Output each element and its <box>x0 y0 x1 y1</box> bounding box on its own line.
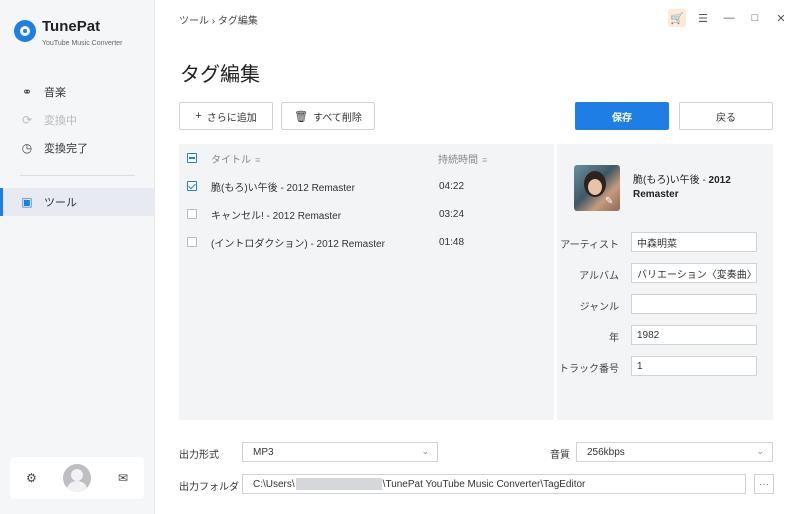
back-button[interactable]: 戻る <box>679 102 773 130</box>
trash-icon: 🗑 <box>294 110 309 123</box>
sidebar-item-converting[interactable]: ⟳ 変換中 <box>0 106 155 134</box>
column-title-header[interactable]: タイトル ≡ <box>211 151 260 166</box>
genre-field[interactable] <box>631 294 757 314</box>
browse-folder-button[interactable]: ··· <box>754 474 774 494</box>
column-duration-header[interactable]: 持続時間 ≡ <box>438 151 487 166</box>
delete-all-button[interactable]: 🗑 すべて削除 <box>281 102 375 130</box>
minimize-icon[interactable]: — <box>720 9 738 27</box>
output-format-value: MP3 <box>253 446 274 458</box>
sidebar-item-converted[interactable]: ◷ 変換完了 <box>0 134 155 162</box>
artist-label: アーティスト <box>560 240 619 251</box>
breadcrumb: ツール › タグ編集 <box>179 16 258 27</box>
song-title-main: 脆(もろ)い午後 - <box>633 175 709 186</box>
menu-icon[interactable]: ☰ <box>694 9 712 27</box>
avatar[interactable] <box>63 464 92 492</box>
output-format-select[interactable]: MP3 ⌄ <box>242 442 438 462</box>
output-folder-field[interactable]: C:\Users\ \TunePat YouTube Music Converte… <box>242 474 746 494</box>
mail-icon[interactable]: ✉ <box>118 471 128 485</box>
song-title: 脆(もろ)い午後 - 2012 Remaster <box>633 174 763 202</box>
app-name: TunePat <box>42 18 101 35</box>
sync-icon: ⟳ <box>21 113 33 127</box>
brand: TunePat YouTube Music Converter <box>14 18 122 47</box>
save-button[interactable]: 保存 <box>575 102 669 130</box>
quality-label: 音質 <box>550 450 570 461</box>
sort-icon: ≡ <box>482 154 488 165</box>
track-title: キャンセル! - 2012 Remaster <box>211 210 342 222</box>
settings-gear-icon[interactable]: ⚙ <box>26 471 37 485</box>
quality-value: 256kbps <box>587 446 625 458</box>
sidebar-item-tools[interactable]: ▣ ツール <box>0 188 155 216</box>
sort-icon: ≡ <box>255 154 261 165</box>
row-checkbox[interactable] <box>187 181 197 191</box>
row-checkbox[interactable] <box>187 237 197 247</box>
table-header: タイトル ≡ 持続時間 ≡ <box>179 144 554 172</box>
folder-path-suffix: \TunePat YouTube Music Converter\TagEdit… <box>382 478 586 490</box>
redacted-username <box>295 478 382 490</box>
delete-all-label: すべて削除 <box>313 112 362 124</box>
table-row[interactable]: キャンセル! - 2012 Remaster 03:24 <box>179 200 554 228</box>
quality-select[interactable]: 256kbps ⌄ <box>576 442 773 462</box>
year-label: 年 <box>609 333 619 344</box>
close-icon[interactable]: ✕ <box>772 9 790 27</box>
album-field[interactable]: バリエーション〈変奏曲〉 <box>631 263 757 283</box>
table-row[interactable]: 脆(もろ)い午後 - 2012 Remaster 04:22 <box>179 172 554 200</box>
page-title: タグ編集 <box>180 64 260 86</box>
track-title: 脆(もろ)い午後 - 2012 Remaster <box>211 182 355 194</box>
tunepat-logo-icon <box>14 20 36 42</box>
maximize-icon[interactable]: □ <box>746 9 764 27</box>
app-subtitle: YouTube Music Converter <box>42 40 123 47</box>
folder-path-prefix: C:\Users\ <box>253 478 295 490</box>
artist-field[interactable]: 中森明菜 <box>631 232 757 252</box>
tag-detail-panel: ✎ 脆(もろ)い午後 - 2012 Remaster アーティスト 中森明菜 ア… <box>557 144 773 420</box>
add-more-button[interactable]: + さらに追加 <box>179 102 273 130</box>
window-controls: 🛒 ☰ — □ ✕ <box>668 9 790 27</box>
sidebar-item-label: 変換中 <box>44 115 77 127</box>
track-number-label: トラック番号 <box>559 364 619 375</box>
select-all-checkbox[interactable] <box>187 153 197 163</box>
track-duration: 03:24 <box>439 208 465 220</box>
cart-icon[interactable]: 🛒 <box>668 9 686 27</box>
track-duration: 04:22 <box>439 180 465 192</box>
track-number-field[interactable]: 1 <box>631 356 757 376</box>
track-duration: 01:48 <box>439 236 465 248</box>
edit-cover-icon[interactable]: ✎ <box>605 196 618 209</box>
sidebar-item-label: ツール <box>44 197 77 209</box>
sidebar-item-label: 変換完了 <box>44 143 88 155</box>
sidebar-footer: ⚙ ✉ <box>10 457 144 499</box>
output-format-label: 出力形式 <box>179 450 219 461</box>
divider <box>20 175 135 176</box>
clock-icon: ◷ <box>21 141 33 155</box>
album-label: アルバム <box>579 271 619 282</box>
row-checkbox[interactable] <box>187 209 197 219</box>
sidebar-item-music[interactable]: ⚭ 音楽 <box>0 78 155 106</box>
year-field[interactable]: 1982 <box>631 325 757 345</box>
headphones-icon: ⚭ <box>21 85 33 99</box>
track-title: (イントロダクション) - 2012 Remaster <box>211 238 385 250</box>
output-folder-label: 出力フォルダ <box>179 482 239 493</box>
plus-icon: + <box>195 110 202 122</box>
chevron-down-icon: ⌄ <box>756 446 764 456</box>
genre-label: ジャンル <box>579 302 620 313</box>
sidebar-item-label: 音楽 <box>44 87 66 99</box>
chevron-down-icon: ⌄ <box>421 446 429 456</box>
sidebar-nav: ⚭ 音楽 ⟳ 変換中 ◷ 変換完了 ▣ ツール <box>0 78 155 216</box>
sidebar: TunePat YouTube Music Converter ⚭ 音楽 ⟳ 変… <box>0 0 155 514</box>
table-row[interactable]: (イントロダクション) - 2012 Remaster 01:48 <box>179 228 554 256</box>
track-table: タイトル ≡ 持続時間 ≡ 脆(もろ)い午後 - 2012 Remaster 04:… <box>179 144 554 420</box>
add-more-label: さらに追加 <box>206 112 257 124</box>
toolbox-icon: ▣ <box>21 195 33 209</box>
